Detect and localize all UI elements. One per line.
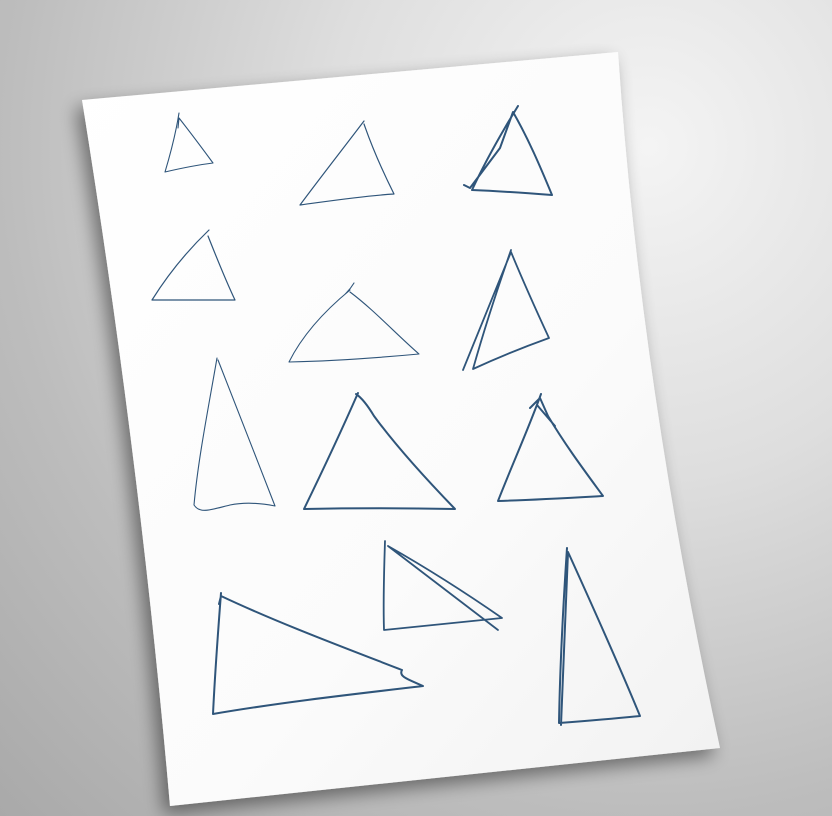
photo-background bbox=[0, 0, 832, 816]
paper-scene bbox=[82, 52, 720, 806]
paper-sheet bbox=[82, 52, 720, 806]
